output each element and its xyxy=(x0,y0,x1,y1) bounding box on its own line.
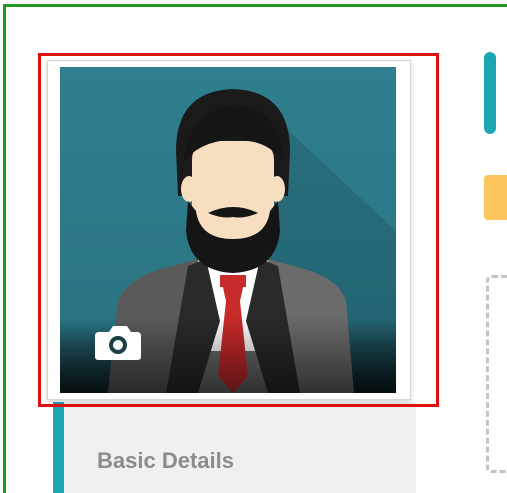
warning-banner xyxy=(484,175,507,220)
change-photo-button[interactable] xyxy=(93,322,143,362)
sidebar-item-basic-details[interactable]: Basic Details xyxy=(97,448,234,474)
section-accent-bar xyxy=(484,52,496,134)
camera-icon xyxy=(95,326,141,360)
upload-drop-zone[interactable] xyxy=(486,275,507,473)
active-section-indicator xyxy=(53,402,64,493)
